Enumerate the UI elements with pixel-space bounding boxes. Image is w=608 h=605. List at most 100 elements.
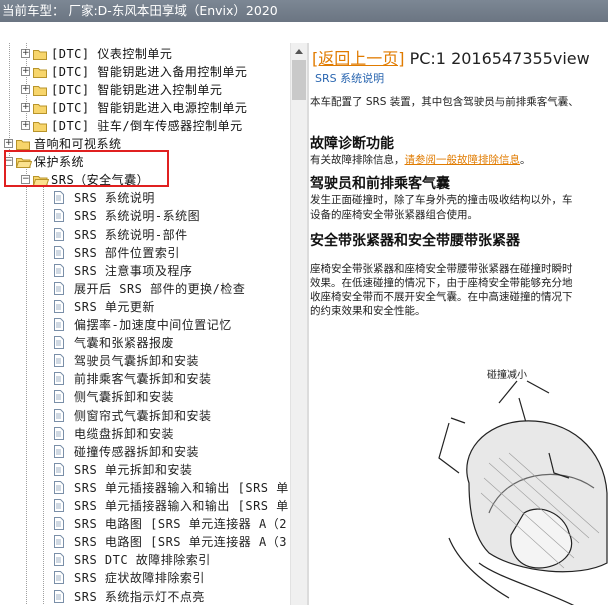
back-link[interactable]: [返回上一页]: [312, 49, 405, 68]
tree-item-label: 前排乘客气囊拆卸和安装: [74, 372, 212, 387]
tree-leaf-item[interactable]: SRS 电路图 [SRS 单元连接器 A（3: [54, 533, 287, 551]
tree-item-label: 气囊和张紧器报废: [74, 336, 175, 351]
document-icon: [54, 444, 64, 458]
page-id: PC:1 2016547355view: [404, 49, 590, 68]
tree-leaf-item[interactable]: 侧气囊拆卸和安装: [54, 388, 174, 406]
tree-leaf-item[interactable]: SRS 系统说明-部件: [54, 225, 188, 243]
tree-folder-item[interactable]: + [DTC] 智能钥匙进入备用控制单元: [21, 62, 247, 80]
tree-leaf-item[interactable]: 侧窗帘式气囊拆卸和安装: [54, 406, 212, 424]
tensioner-text-line-2: 效果。在低速碰撞的情况下，由于座椅安全带能够充分地: [310, 277, 573, 289]
expand-toggle-icon[interactable]: +: [21, 84, 30, 94]
tree-leaf-item[interactable]: 气囊和张紧器报废: [54, 334, 174, 352]
document-icon: [54, 372, 64, 386]
expand-toggle-icon[interactable]: +: [21, 66, 30, 76]
tree-leaf-item[interactable]: SRS 单元插接器输入和输出 [SRS 单: [54, 478, 289, 496]
tree-leaf-item[interactable]: 碰撞传感器拆卸和安装: [54, 442, 199, 460]
document-icon: [54, 408, 64, 422]
window-title: 当前车型： 厂家:D-东风本田享域（Envix）2020: [2, 3, 278, 18]
diagnosis-text-end: 。: [520, 154, 531, 166]
troubleshooting-link[interactable]: 请参阅一般故障排除信息: [405, 154, 521, 166]
navigation-tree[interactable]: + [DTC] 仪表控制单元 + [DTC] 智能钥匙进入备用控制单元 + [DTC] 智…: [0, 43, 290, 605]
tree-folder-item[interactable]: + [DTC] 智能钥匙进入电源控制单元: [21, 98, 247, 116]
tree-item-label: 侧气囊拆卸和安装: [74, 390, 175, 405]
airbag-text-line-1: 发生正面碰撞时，除了车身外壳的撞击吸收结构以外，车: [310, 194, 573, 206]
tree-item-label: 展开后 SRS 部件的更换/检查: [74, 281, 246, 296]
document-icon: [54, 227, 64, 241]
tree-scrollbar[interactable]: [290, 43, 307, 605]
tree-item-label: 偏摆率-加速度中间位置记忆: [74, 318, 232, 332]
tree-leaf-item[interactable]: SRS 系统说明-系统图: [54, 207, 200, 225]
heading-airbags: 驾驶员和前排乘客气囊: [310, 176, 450, 192]
folder-icon: [33, 102, 47, 114]
document-icon: [54, 354, 64, 368]
tree-item-label: SRS 单元插接器输入和输出 [SRS 单: [74, 480, 289, 495]
tree-folder-item[interactable]: + [DTC] 驻车/倒车传感器控制单元: [21, 116, 243, 134]
folder-icon: [33, 66, 47, 78]
tree-item-label: SRS 单元插接器输入和输出 [SRS 单: [74, 499, 289, 513]
content-header: [返回上一页] PC:1 2016547355view: [312, 45, 590, 69]
tree-leaf-item[interactable]: 电缆盘拆卸和安装: [54, 424, 174, 442]
tree-item-label: SRS DTC 故障排除索引: [74, 553, 211, 568]
document-icon: [54, 281, 64, 295]
expand-toggle-icon[interactable]: +: [21, 48, 30, 58]
tree-item-label: 驾驶员气囊拆卸和安装: [74, 354, 200, 369]
tree-leaf-item[interactable]: SRS 注意事项及程序: [54, 261, 192, 279]
tree-item-label: SRS 系统说明-系统图: [74, 209, 201, 224]
document-icon: [54, 191, 64, 205]
tree-leaf-item[interactable]: SRS 系统指示灯不点亮: [54, 587, 205, 605]
diagnosis-text-lead: 有关故障排除信息，: [310, 154, 405, 166]
document-icon: [54, 517, 64, 531]
tree-item-label: SRS 注意事项及程序: [74, 263, 193, 278]
tree-item-label: [DTC] 智能钥匙进入电源控制单元: [51, 100, 248, 115]
tree-item-label: [DTC] 驻车/倒车传感器控制单元: [51, 118, 243, 133]
figure-label: 碰撞减小: [487, 368, 527, 381]
tree-leaf-item[interactable]: SRS 部件位置索引: [54, 243, 180, 261]
expand-toggle-icon[interactable]: +: [21, 120, 30, 130]
tree-folder-item[interactable]: + [DTC] 智能钥匙进入控制单元: [21, 80, 222, 98]
document-icon: [54, 571, 64, 585]
tree-item-label: 电缆盘拆卸和安装: [74, 426, 175, 441]
document-icon: [54, 480, 64, 494]
heading-tensioners: 安全带张紧器和安全带腰带张紧器: [310, 233, 520, 249]
document-icon: [54, 499, 64, 512]
tree-item-label: SRS 单元更新: [74, 299, 155, 314]
tree-leaf-item[interactable]: 驾驶员气囊拆卸和安装: [54, 352, 199, 370]
tree-leaf-item[interactable]: SRS 电路图 [SRS 单元连接器 A（2: [54, 515, 287, 533]
tree-leaf-item[interactable]: 前排乘客气囊拆卸和安装: [54, 370, 212, 388]
tree-leaf-item[interactable]: SRS 单元更新: [54, 297, 155, 315]
tree-item-label: SRS 电路图 [SRS 单元连接器 A（2: [74, 517, 287, 532]
folder-icon: [33, 48, 47, 60]
scroll-up-arrow-icon[interactable]: [291, 43, 307, 60]
document-icon: [54, 426, 64, 440]
page-subtitle: SRS 系统说明: [315, 72, 385, 85]
folder-icon: [16, 138, 30, 150]
tree-item-label: 碰撞传感器拆卸和安装: [74, 444, 200, 459]
airbag-text-line-2: 设备的座椅安全带张紧器组合使用。: [310, 209, 478, 221]
tensioner-text-line-3: 收座椅安全带而不展开安全气囊。在中高速碰撞的情况下: [310, 291, 573, 303]
tree-leaf-item[interactable]: SRS 症状故障排除索引: [54, 569, 205, 587]
intro-text: 本车配置了 SRS 装置，其中包含驾驶员与前排乘客气囊、: [310, 96, 579, 108]
tree-leaf-item[interactable]: SRS 单元插接器输入和输出 [SRS 单: [54, 497, 289, 515]
document-icon: [54, 209, 64, 223]
expand-toggle-icon[interactable]: +: [4, 139, 13, 148]
tree-leaf-item[interactable]: SRS 系统说明: [54, 189, 155, 207]
folder-icon: [33, 120, 47, 132]
tree-leaf-item[interactable]: 偏摆率-加速度中间位置记忆: [54, 316, 232, 334]
expand-toggle-icon[interactable]: +: [21, 102, 30, 112]
tree-item-label: 侧窗帘式气囊拆卸和安装: [74, 408, 212, 423]
tree-folder-item[interactable]: + [DTC] 仪表控制单元: [21, 44, 172, 62]
heading-diagnosis: 故障诊断功能: [310, 136, 394, 152]
tree-leaf-item[interactable]: SRS 单元拆卸和安装: [54, 460, 192, 478]
document-icon: [54, 245, 64, 259]
scrollbar-thumb[interactable]: [292, 60, 306, 100]
diagnosis-text: 有关故障排除信息，请参阅一般故障排除信息。: [310, 153, 608, 167]
document-icon: [54, 553, 64, 567]
tree-item-label: SRS 部件位置索引: [74, 245, 180, 260]
document-icon: [54, 589, 64, 603]
tree-leaf-item[interactable]: SRS DTC 故障排除索引: [54, 551, 211, 569]
tree-leaf-item[interactable]: 展开后 SRS 部件的更换/检查: [54, 279, 245, 297]
window-titlebar: 当前车型： 厂家:D-东风本田享域（Envix）2020: [0, 0, 608, 22]
tree-item-label: SRS 系统说明: [74, 191, 155, 206]
tree-item-label: [DTC] 智能钥匙进入控制单元: [51, 82, 223, 97]
tree-item-label: [DTC] 仪表控制单元: [51, 46, 173, 61]
